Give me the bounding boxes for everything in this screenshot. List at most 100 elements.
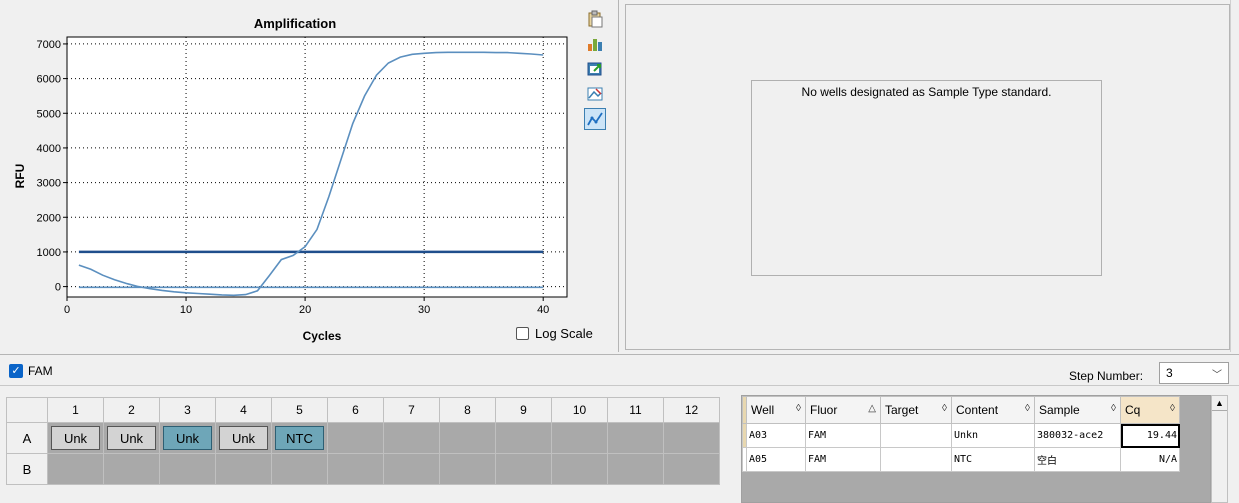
plate-col-header[interactable]: 12 <box>663 397 720 423</box>
chart-title: Amplification <box>254 16 336 31</box>
table-scrollbar[interactable]: ▲ <box>1211 395 1228 503</box>
cell-sample[interactable]: 空白 <box>1034 447 1121 472</box>
log-scale-label: Log Scale <box>535 326 593 341</box>
plate-well-b4[interactable] <box>215 453 272 485</box>
plate-col-header[interactable]: 8 <box>439 397 496 423</box>
step-number-label: Step Number: <box>1069 369 1144 383</box>
plot-area <box>66 36 568 298</box>
plate-well-a12[interactable] <box>663 422 720 454</box>
plate-well-b3[interactable] <box>159 453 216 485</box>
plate-grid: 1 2 3 4 5 6 7 8 9 10 11 12 A Unk Unk Unk… <box>6 397 720 485</box>
plate-col-header[interactable]: 11 <box>607 397 664 423</box>
clipboard-icon[interactable] <box>584 8 606 30</box>
plate-well-a7[interactable] <box>383 422 440 454</box>
table-header-content[interactable]: Content ◊ <box>951 396 1035 424</box>
cell-sample[interactable]: 380032-ace2 <box>1034 423 1121 448</box>
plate-col-header[interactable]: 7 <box>383 397 440 423</box>
panel-scrollbar[interactable] <box>1230 0 1239 352</box>
plate-well-a4[interactable]: Unk <box>215 422 272 454</box>
plate-col-header[interactable]: 5 <box>271 397 328 423</box>
cell-target[interactable] <box>880 447 952 472</box>
plate-well-b2[interactable] <box>103 453 160 485</box>
step-number-select[interactable]: 3 ﹀ <box>1159 362 1229 384</box>
plate-well-b1[interactable] <box>47 453 104 485</box>
x-tick-label: 20 <box>299 304 311 316</box>
x-axis-label: Cycles <box>303 329 342 343</box>
y-tick-label: 7000 <box>37 39 61 51</box>
plate-col-header[interactable]: 6 <box>327 397 384 423</box>
header-label: Target <box>885 403 919 417</box>
plate-well-a2[interactable]: Unk <box>103 422 160 454</box>
plate-well-b8[interactable] <box>439 453 496 485</box>
export-icon[interactable] <box>584 58 606 80</box>
header-label: Well <box>751 403 775 417</box>
plate-well-a1[interactable]: Unk <box>47 422 104 454</box>
cell-cq[interactable]: N/A <box>1120 447 1180 472</box>
cell-target[interactable] <box>880 423 952 448</box>
plate-row-header[interactable]: A <box>6 422 48 454</box>
bar-chart-icon[interactable] <box>584 33 606 55</box>
cell-content[interactable]: NTC <box>951 447 1035 472</box>
plate-col-header[interactable]: 3 <box>159 397 216 423</box>
cell-cq[interactable]: 19.44 <box>1120 423 1180 448</box>
sort-icon: ◊ <box>1025 403 1030 414</box>
plate-well-b9[interactable] <box>495 453 552 485</box>
plate-col-header[interactable]: 9 <box>495 397 552 423</box>
plate-row-header[interactable]: B <box>6 453 48 485</box>
plate-well-a9[interactable] <box>495 422 552 454</box>
plate-well-a3[interactable]: Unk <box>159 422 216 454</box>
fam-checkbox[interactable]: ✓ FAM <box>9 364 53 378</box>
table-header-cq[interactable]: Cq ◊ <box>1120 396 1180 424</box>
image-icon[interactable] <box>584 83 606 105</box>
plate-well-a6[interactable] <box>327 422 384 454</box>
plate-col-header[interactable]: 2 <box>103 397 160 423</box>
plate-corner[interactable] <box>6 397 48 423</box>
checkbox-icon[interactable] <box>516 327 529 340</box>
plate-well-a8[interactable] <box>439 422 496 454</box>
table-header-target[interactable]: Target ◊ <box>880 396 952 424</box>
table-header-well[interactable]: Well ◊ <box>746 396 806 424</box>
table-row[interactable]: A03 FAM Unkn 380032-ace2 19.44 <box>742 423 1180 448</box>
plate-well-b12[interactable] <box>663 453 720 485</box>
header-label: Fluor <box>810 403 838 417</box>
y-tick-label: 5000 <box>37 108 61 120</box>
sort-icon: ◊ <box>796 403 801 414</box>
plate-well-b5[interactable] <box>271 453 328 485</box>
plate-col-header[interactable]: 4 <box>215 397 272 423</box>
plate-well-b7[interactable] <box>383 453 440 485</box>
header-label: Cq <box>1125 403 1141 417</box>
y-axis-label: RFU <box>13 164 27 189</box>
scroll-up-icon[interactable]: ▲ <box>1212 396 1227 411</box>
y-tick-label: 2000 <box>37 212 61 224</box>
checkmark-icon[interactable]: ✓ <box>9 364 23 378</box>
log-scale-checkbox[interactable]: Log Scale <box>516 326 593 341</box>
line-chart-icon[interactable] <box>584 108 606 130</box>
plate-well-b10[interactable] <box>551 453 608 485</box>
y-tick-label: 0 <box>55 282 61 294</box>
cell-well[interactable]: A05 <box>746 447 806 472</box>
y-tick-label: 1000 <box>37 247 61 259</box>
table-row[interactable]: A05 FAM NTC 空白 N/A <box>742 447 1180 472</box>
plate-well-b6[interactable] <box>327 453 384 485</box>
no-standard-message: No wells designated as Sample Type stand… <box>801 85 1052 99</box>
x-tick-label: 40 <box>537 304 549 316</box>
y-tick-label: 4000 <box>37 143 61 155</box>
fluor-selector-bar <box>0 354 1239 386</box>
cell-fluor[interactable]: FAM <box>805 447 881 472</box>
table-header-sample[interactable]: Sample ◊ <box>1034 396 1121 424</box>
plate-well-a5[interactable]: NTC <box>271 422 328 454</box>
plate-well-b11[interactable] <box>607 453 664 485</box>
cell-well[interactable]: A03 <box>746 423 806 448</box>
header-label: Sample <box>1039 403 1080 417</box>
cell-content[interactable]: Unkn <box>951 423 1035 448</box>
step-number-value: 3 <box>1166 366 1173 380</box>
plate-well-a10[interactable] <box>551 422 608 454</box>
plate-col-header[interactable]: 1 <box>47 397 104 423</box>
chevron-down-icon: ﹀ <box>1212 369 1222 381</box>
plate-col-header[interactable]: 10 <box>551 397 608 423</box>
plate-well-a11[interactable] <box>607 422 664 454</box>
cell-fluor[interactable]: FAM <box>805 423 881 448</box>
x-tick-label: 10 <box>180 304 192 316</box>
table-header-fluor[interactable]: Fluor △ <box>805 396 881 424</box>
sort-icon: ◊ <box>1111 403 1116 414</box>
